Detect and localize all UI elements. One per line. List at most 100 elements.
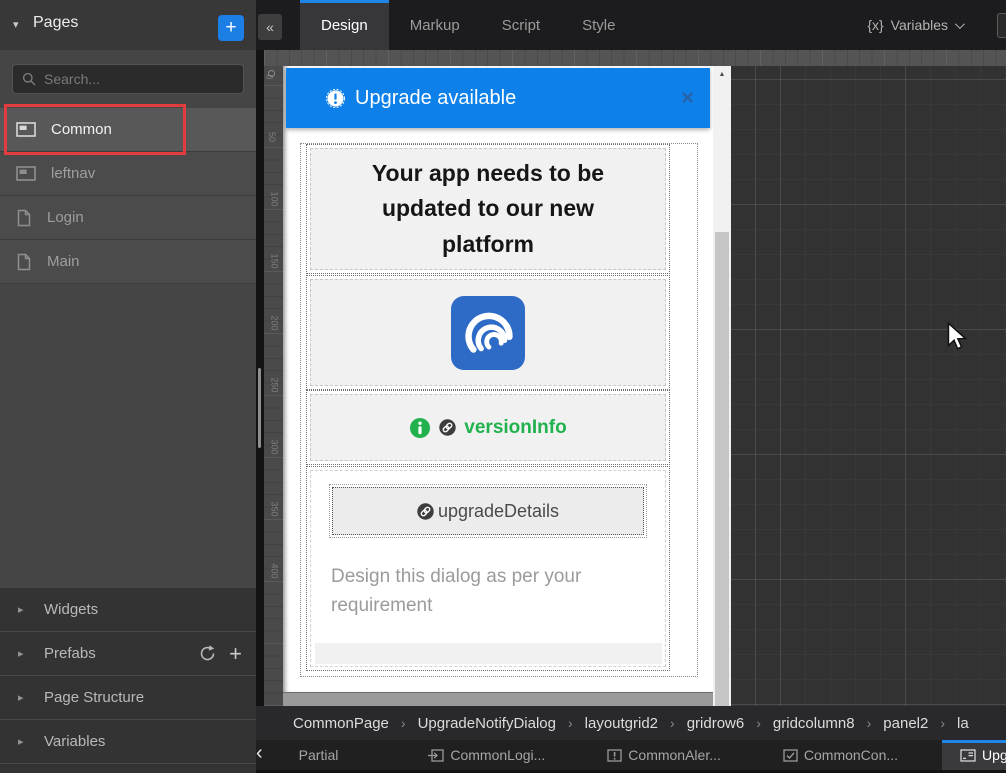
design-canvas-page: Upgrade available × Your app needs to be… [283,66,713,692]
tab-script[interactable]: Script [481,0,561,50]
breadcrumb-separator: › [568,715,573,731]
breadcrumb-separator: › [867,715,872,731]
picture-widget[interactable] [310,279,666,386]
version-info-label: versionInfo [464,417,566,439]
ruler-number: 400 [270,563,280,578]
panel-filler [315,643,662,664]
info-icon [409,417,431,439]
tab-common-confirm[interactable]: CommonCon... [765,740,916,770]
form-dialog-icon [960,749,976,762]
page-item-login[interactable]: Login [0,196,256,240]
close-icon[interactable]: × [681,88,694,108]
panel-resize-gutter[interactable] [256,0,264,773]
tab-label: UpgradeNotif... [982,747,1006,763]
tab-label: CommonCon... [804,747,898,763]
page-item-leftnav[interactable]: leftnav [0,152,256,196]
tab-style[interactable]: Style [561,0,636,50]
breadcrumb-separator: › [401,715,406,731]
ruler-number: 250 [270,377,280,392]
horizontal-ruler [264,50,1006,66]
scroll-up-icon[interactable]: ▲ [713,66,731,84]
breadcrumb-item[interactable]: gridrow6 [687,715,745,732]
chevron-right-icon: ▸ [18,735,24,748]
section-label: Variables [44,733,105,750]
page-item-label: Common [51,121,112,138]
breadcrumb-separator: › [756,715,761,731]
tab-markup[interactable]: Markup [389,0,481,50]
bind-link-icon [439,419,456,436]
editor-mode-tabs: Design Markup Script Style [300,0,636,50]
chevron-left-icon[interactable]: ‹ [256,740,263,770]
chevron-right-icon: ▸ [18,691,24,704]
panel-scrollbar-thumb[interactable] [258,368,261,448]
wavemaker-logo [451,296,525,370]
dialog-header[interactable]: Upgrade available × [286,68,710,128]
canvas-scrollbar[interactable]: ▲ [713,66,731,706]
partial-page-icon [16,166,36,181]
file-page-icon [16,253,32,271]
ruler-number: 350 [270,501,280,516]
section-page-structure[interactable]: ▸ Page Structure [0,676,256,720]
pages-collapse-caret-icon[interactable]: ▾ [13,18,19,31]
cut-off-button[interactable] [997,13,1006,38]
ruler-number: 100 [270,191,280,206]
chevron-right-icon: ▸ [18,603,24,616]
vertical-ruler: 0 50 100 150 200 250 300 350 400 [264,66,283,706]
app-root: ▾ Pages + Common leftnav [0,0,1006,773]
collapse-panel-button[interactable]: « [258,14,282,40]
page-item-main[interactable]: Main [0,240,256,284]
login-dialog-icon [428,749,444,762]
tab-common-alert[interactable]: CommonAler... [589,740,739,770]
breadcrumb-item[interactable]: layoutgrid2 [585,715,658,732]
editor-top-bar: « Design Markup Script Style {x} Variabl… [256,0,1006,50]
breadcrumb-item[interactable]: UpgradeNotifyDialog [418,715,556,732]
ruler-number: 150 [270,253,280,268]
canvas-scrollbar-thumb[interactable] [715,232,729,706]
breadcrumb-separator: › [670,715,675,731]
tab-label: CommonAler... [628,747,721,763]
tab-design[interactable]: Design [300,0,389,50]
badge-alert-icon [326,89,345,108]
panel-widget[interactable]: upgradeDetails Design this dialog as per… [310,470,666,667]
open-files-tabbar: ‹ Partial CommonLogi... CommonAler... Co… [256,740,1006,770]
section-widgets[interactable]: ▸ Widgets [0,588,256,632]
file-page-icon [16,209,32,227]
page-item-label: Main [47,253,80,270]
chevron-right-icon: ▸ [18,647,24,660]
partial-page-icon [16,122,36,137]
bind-link-icon [417,503,434,520]
section-prefabs[interactable]: ▸ Prefabs + [0,632,256,676]
breadcrumb-item[interactable]: gridcolumn8 [773,715,855,732]
upgrade-details-button[interactable]: upgradeDetails [332,487,644,535]
section-label: Widgets [44,601,98,618]
heading-widget[interactable]: Your app needs to be updated to our new … [310,148,666,270]
refresh-icon[interactable] [198,644,217,663]
add-prefab-button[interactable]: + [229,644,242,664]
breadcrumb-item[interactable]: la [957,715,969,732]
search-input[interactable] [44,71,234,87]
page-item-label: Login [47,209,84,226]
dialog-hint-text: Design this dialog as per your requireme… [315,549,662,643]
tab-partial[interactable]: Partial [281,740,357,770]
dialog-heading-text: Your app needs to be updated to our new … [311,156,665,263]
variables-icon: {x} [867,17,883,33]
variables-menu[interactable]: {x} Variables [867,0,962,50]
breadcrumb-item[interactable]: CommonPage [293,715,389,732]
widget-breadcrumb: CommonPage › UpgradeNotifyDialog › layou… [256,706,1006,740]
version-info-widget[interactable]: versionInfo [310,394,666,461]
pages-panel: ▾ Pages + Common leftnav [0,0,256,773]
page-item-common[interactable]: Common [0,108,256,152]
tab-upgrade-notify[interactable]: UpgradeNotif... [942,740,1006,770]
ruler-number: 200 [270,315,280,330]
breadcrumb-separator: › [940,715,945,731]
add-page-button[interactable]: + [218,15,244,41]
canvas-bottom-gutter [283,692,713,706]
page-search-box[interactable] [12,64,244,94]
section-variables[interactable]: ▸ Variables [0,720,256,764]
chevron-down-icon [955,19,965,29]
tab-common-login[interactable]: CommonLogi... [410,740,563,770]
variables-label: Variables [891,17,948,33]
ruler-number: 300 [270,439,280,454]
page-item-label: leftnav [51,165,95,182]
breadcrumb-item[interactable]: panel2 [883,715,928,732]
